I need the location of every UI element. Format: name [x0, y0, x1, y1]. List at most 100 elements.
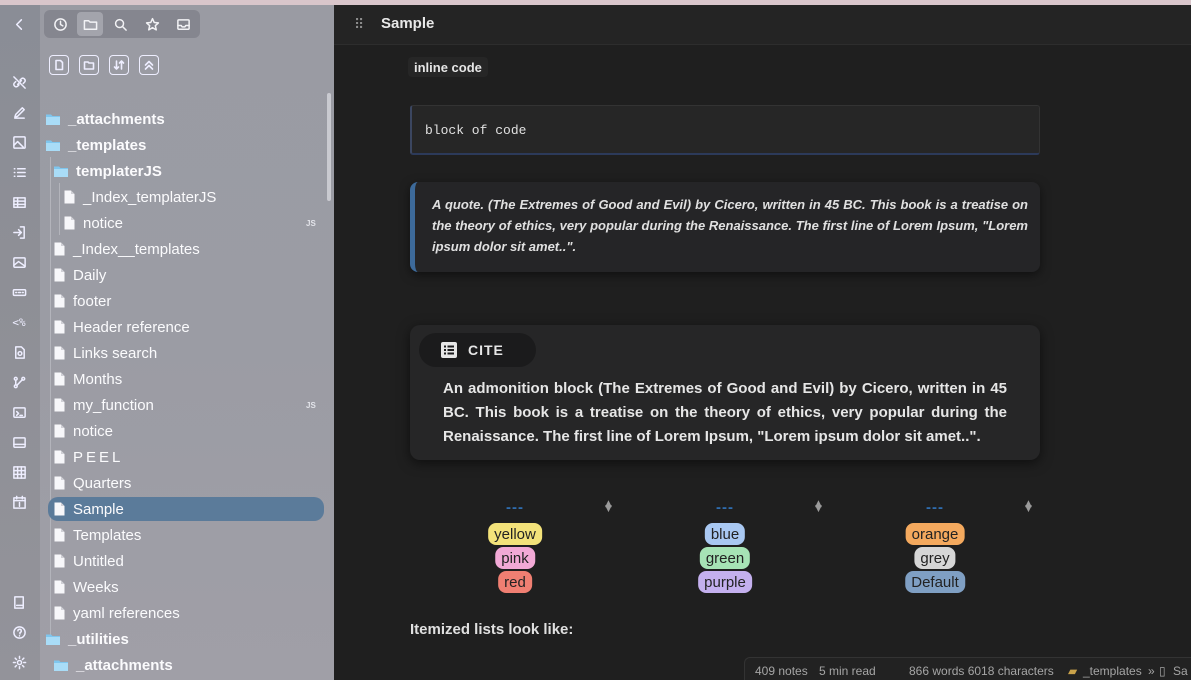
tree-folder[interactable]: templaterJS [54, 159, 162, 183]
star-icon [145, 17, 159, 31]
keyboard-icon[interactable] [8, 281, 30, 303]
sidebar-scrollbar[interactable] [327, 93, 331, 201]
tree-file[interactable]: footer [54, 289, 111, 313]
recent-files-tab[interactable] [47, 12, 73, 36]
inbox-tab[interactable] [170, 12, 196, 36]
tree-item-label: yaml references [73, 604, 180, 622]
search-tab[interactable] [107, 12, 133, 36]
tree-file[interactable]: yaml references [54, 601, 180, 625]
status-note-count[interactable]: 409 notes [755, 664, 808, 678]
unlink-icon[interactable] [8, 71, 30, 93]
tree-item-label: Header reference [73, 318, 190, 336]
collapse-all-button[interactable] [139, 55, 159, 75]
help-icon[interactable] [8, 621, 30, 643]
chevron-left-icon[interactable] [8, 13, 30, 35]
tree-file[interactable]: Links search [54, 341, 157, 365]
tree-file[interactable]: notice [64, 211, 123, 235]
image-icon[interactable] [8, 131, 30, 153]
tree-file[interactable]: Templates [54, 523, 141, 547]
tree-file[interactable]: PEEL [54, 445, 123, 469]
table-icon[interactable] [8, 191, 30, 213]
new-note-icon [55, 59, 64, 71]
tree-folder[interactable]: _utilities [46, 627, 129, 651]
tag-column: --- ▲ ▼ orange grey Default [830, 499, 1040, 599]
file-icon: ▯ [1159, 664, 1166, 678]
bookmarks-tab[interactable] [139, 12, 165, 36]
file-icon [54, 502, 65, 516]
color-tag: purple [698, 571, 752, 593]
inline-code: inline code [408, 57, 488, 77]
drag-handle-icon[interactable]: ⠿ [354, 17, 364, 33]
tree-item-label: _Index_templaterJS [83, 188, 217, 206]
tree-folder[interactable]: _templates [46, 133, 146, 157]
color-tag: orange [905, 523, 965, 545]
sort-icon[interactable]: ▲ ▼ [605, 500, 612, 514]
tree-item-label: Untitled [73, 552, 124, 570]
color-tag: yellow [488, 523, 542, 545]
graph-icon[interactable] [8, 371, 30, 393]
tree-indent-guide [50, 157, 51, 635]
tree-file[interactable]: Months [54, 367, 122, 391]
file-icon [54, 528, 65, 542]
tree-item-label: Sample [73, 500, 124, 518]
tree-file[interactable]: Header reference [54, 315, 190, 339]
tree-file[interactable]: my_function [54, 393, 154, 417]
tree-file[interactable]: Sample [48, 497, 324, 521]
tree-file[interactable]: Daily [54, 263, 106, 287]
book-icon[interactable] [8, 591, 30, 613]
sort-button[interactable] [109, 55, 129, 75]
file-icon [54, 606, 65, 620]
tag-column: --- ▲ ▼ blue green purple [620, 499, 830, 599]
tree-item-label: my_function [73, 396, 154, 414]
grid-icon[interactable] [8, 461, 30, 483]
tag-column: --- ▲ ▼ yellow pink red [410, 499, 620, 599]
tree-item-label: Links search [73, 344, 158, 362]
admonition-title: CITE [468, 342, 504, 358]
new-note-button[interactable] [49, 55, 69, 75]
folder-icon [46, 634, 60, 645]
tree-file[interactable]: Weeks [54, 575, 119, 599]
tree-item-label: Months [73, 370, 123, 388]
sidebar-tab-bar [44, 10, 200, 38]
sort-icon[interactable]: ▲ ▼ [1025, 500, 1032, 514]
blockquote: A quote. (The Extremes of Good and Evil)… [410, 182, 1040, 272]
file-icon [54, 450, 65, 464]
image-icon[interactable] [8, 431, 30, 453]
image-icon[interactable] [8, 251, 30, 273]
file-icon [54, 398, 65, 412]
tree-item-label: Templates [73, 526, 142, 544]
sort-icon[interactable]: ▲ ▼ [815, 500, 822, 514]
file-icon [54, 580, 65, 594]
tree-item-label: notice [73, 422, 114, 440]
import-icon[interactable] [8, 221, 30, 243]
color-tag: pink [495, 547, 535, 569]
tree-folder[interactable]: _attachments [46, 107, 165, 131]
calendar-icon[interactable] [8, 491, 30, 513]
view-title[interactable]: Sample [381, 15, 434, 32]
tree-item-label: notice [83, 214, 124, 232]
tree-file[interactable]: Untitled [54, 549, 124, 573]
column-header[interactable]: --- [830, 499, 1040, 516]
file-search-icon[interactable] [8, 341, 30, 363]
status-breadcrumb-file[interactable]: Sa [1173, 664, 1188, 678]
status-breadcrumb-folder[interactable]: _templates [1083, 664, 1142, 678]
tree-file[interactable]: _Index__templates [54, 237, 200, 261]
settings-icon[interactable] [8, 651, 30, 673]
column-header[interactable]: --- [410, 499, 620, 516]
status-word-count[interactable]: 866 words 6018 characters [909, 664, 1054, 678]
list-icon[interactable] [8, 161, 30, 183]
file-explorer-tab[interactable] [77, 12, 103, 36]
file-icon [54, 242, 65, 256]
tree-file[interactable]: notice [54, 419, 113, 443]
pencil-icon[interactable] [8, 101, 30, 123]
tree-file[interactable]: Quarters [54, 471, 131, 495]
tree-file[interactable]: _Index_templaterJS [64, 185, 216, 209]
new-folder-button[interactable] [79, 55, 99, 75]
column-header[interactable]: --- [620, 499, 830, 516]
terminal-icon[interactable] [8, 401, 30, 423]
template-icon[interactable]: <% [8, 311, 30, 333]
file-icon [54, 268, 65, 282]
tree-folder[interactable]: _attachments [54, 653, 173, 677]
code-block-text: block of code [425, 123, 527, 138]
admonition-header[interactable]: CITE [419, 333, 536, 367]
